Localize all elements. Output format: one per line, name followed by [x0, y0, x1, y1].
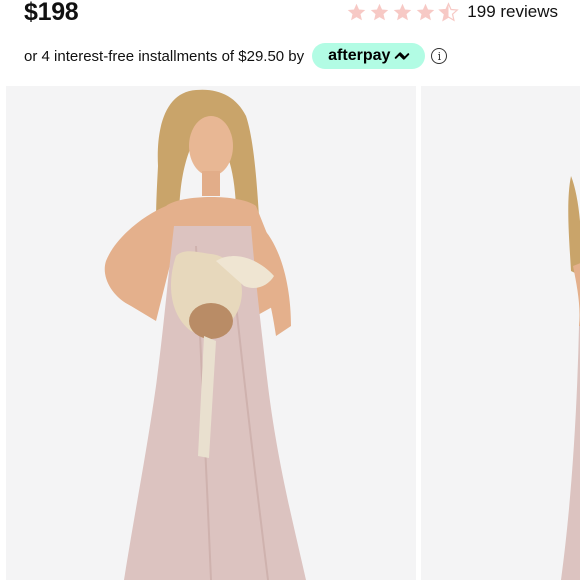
half-star-icon — [438, 1, 460, 22]
model-front-photo — [6, 86, 416, 580]
gallery-image-main[interactable] — [6, 86, 416, 580]
installments-text: or 4 interest-free installments of $29.5… — [24, 47, 305, 65]
star-icon — [394, 3, 412, 20]
afterpay-label: afterpay — [328, 47, 391, 64]
afterpay-arrows-icon — [395, 52, 410, 60]
gallery-image-next[interactable] — [421, 86, 580, 580]
star-icon — [371, 3, 389, 20]
star-rating — [346, 1, 460, 23]
afterpay-badge[interactable]: afterpay — [312, 43, 426, 69]
model-side-photo-partial — [421, 86, 580, 580]
product-image-gallery[interactable] — [0, 86, 580, 580]
star-icon — [348, 3, 366, 20]
installments-row: or 4 interest-free installments of $29.5… — [24, 42, 448, 70]
info-icon[interactable]: i — [431, 48, 448, 64]
product-price: $198 — [24, 0, 79, 26]
rating-summary[interactable]: 199 reviews — [346, 0, 558, 24]
star-icon — [417, 3, 435, 20]
reviews-link[interactable]: 199 reviews — [467, 2, 558, 22]
